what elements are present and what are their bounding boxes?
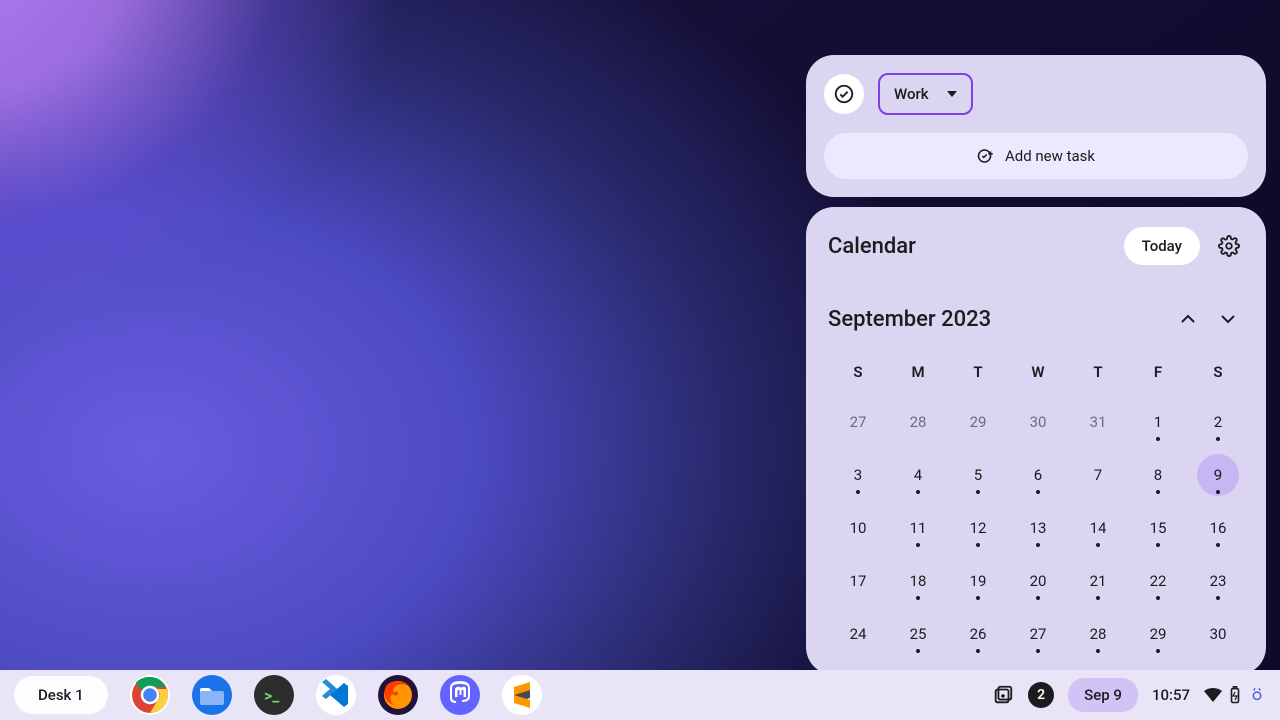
battery-icon — [1230, 686, 1240, 704]
status-date[interactable]: Sep 9 — [1068, 678, 1138, 712]
day-cell[interactable]: 27 — [1008, 607, 1068, 660]
dow-cell: M — [888, 349, 948, 395]
prev-month-button[interactable] — [1168, 299, 1208, 339]
day-cell[interactable]: 11 — [888, 501, 948, 554]
day-cell[interactable]: 2 — [1188, 395, 1248, 448]
day-cell[interactable]: 10 — [828, 501, 888, 554]
day-cell[interactable]: 7 — [1068, 448, 1128, 501]
day-cell[interactable]: 9 — [1188, 448, 1248, 501]
day-cell[interactable]: 17 — [828, 554, 888, 607]
day-cell[interactable]: 5 — [948, 448, 1008, 501]
day-cell[interactable]: 15 — [1128, 501, 1188, 554]
day-cell[interactable]: 8 — [1128, 448, 1188, 501]
shelf-apps: >_ — [130, 675, 542, 715]
tote-button[interactable] — [992, 684, 1014, 706]
day-cell[interactable]: 6 — [1008, 448, 1068, 501]
tote-icon — [992, 684, 1014, 706]
day-cell[interactable]: 4 — [888, 448, 948, 501]
month-label: September 2023 — [828, 307, 1168, 332]
today-button[interactable]: Today — [1124, 227, 1200, 265]
wifi-icon — [1204, 688, 1222, 702]
dow-cell: S — [828, 349, 888, 395]
dow-cell: F — [1128, 349, 1188, 395]
chrome-app-icon[interactable] — [130, 675, 170, 715]
day-cell[interactable]: 14 — [1068, 501, 1128, 554]
day-cell[interactable]: 16 — [1188, 501, 1248, 554]
calendar-days-grid: 2728293031123456789101112131415161718192… — [828, 395, 1248, 660]
day-cell[interactable]: 21 — [1068, 554, 1128, 607]
day-cell[interactable]: 12 — [948, 501, 1008, 554]
mastodon-app-icon[interactable] — [440, 675, 480, 715]
day-cell[interactable]: 20 — [1008, 554, 1068, 607]
add-task-button[interactable]: Add new task — [824, 133, 1248, 179]
day-cell[interactable]: 13 — [1008, 501, 1068, 554]
desk-switcher[interactable]: Desk 1 — [14, 676, 108, 714]
tasks-icon-button[interactable] — [824, 74, 864, 114]
day-cell[interactable]: 24 — [828, 607, 888, 660]
day-cell[interactable]: 27 — [828, 395, 888, 448]
calendar-settings-button[interactable] — [1210, 227, 1248, 265]
day-cell[interactable]: 3 — [828, 448, 888, 501]
day-cell[interactable]: 26 — [948, 607, 1008, 660]
dow-cell: S — [1188, 349, 1248, 395]
calendar-dow-row: SMTWTFS — [828, 349, 1248, 395]
chevron-down-icon — [1220, 314, 1236, 324]
day-cell[interactable]: 31 — [1068, 395, 1128, 448]
notification-count[interactable]: 2 — [1028, 682, 1054, 708]
shelf: Desk 1 >_ 2 Sep 9 10:57 — [0, 670, 1280, 720]
sublime-app-icon[interactable] — [502, 675, 542, 715]
day-cell[interactable]: 28 — [888, 395, 948, 448]
add-task-label: Add new task — [1005, 147, 1095, 165]
tasks-widget: Work Add new task — [806, 55, 1266, 197]
svg-text:>_: >_ — [264, 686, 280, 705]
dow-cell: T — [948, 349, 1008, 395]
day-cell[interactable]: 30 — [1008, 395, 1068, 448]
day-cell[interactable]: 28 — [1068, 607, 1128, 660]
chevron-up-icon — [1180, 314, 1196, 324]
calendar-widget: Calendar Today September 2023 SMTWTFS 27… — [806, 207, 1266, 675]
status-tray[interactable] — [1204, 686, 1266, 704]
add-task-icon — [977, 147, 995, 165]
day-cell[interactable]: 23 — [1188, 554, 1248, 607]
files-app-icon[interactable] — [192, 675, 232, 715]
assistant-icon — [1248, 686, 1266, 704]
calendar-title: Calendar — [828, 234, 1114, 259]
dow-cell: T — [1068, 349, 1128, 395]
day-cell[interactable]: 25 — [888, 607, 948, 660]
day-cell[interactable]: 1 — [1128, 395, 1188, 448]
task-list-label: Work — [894, 85, 929, 103]
next-month-button[interactable] — [1208, 299, 1248, 339]
day-cell[interactable]: 29 — [1128, 607, 1188, 660]
gear-icon — [1218, 235, 1240, 257]
task-list-select[interactable]: Work — [878, 73, 973, 115]
check-circle-icon — [833, 83, 855, 105]
vscode-app-icon[interactable] — [316, 675, 356, 715]
firefox-app-icon[interactable] — [378, 675, 418, 715]
day-cell[interactable]: 22 — [1128, 554, 1188, 607]
terminal-app-icon[interactable]: >_ — [254, 675, 294, 715]
status-time[interactable]: 10:57 — [1152, 686, 1190, 704]
day-cell[interactable]: 30 — [1188, 607, 1248, 660]
day-cell[interactable]: 19 — [948, 554, 1008, 607]
day-cell[interactable]: 18 — [888, 554, 948, 607]
dropdown-icon — [947, 91, 957, 97]
day-cell[interactable]: 29 — [948, 395, 1008, 448]
dow-cell: W — [1008, 349, 1068, 395]
